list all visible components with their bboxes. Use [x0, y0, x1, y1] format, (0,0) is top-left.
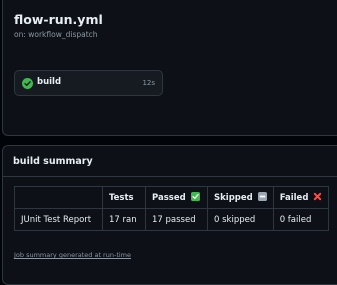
workflow-trigger: on: workflow_dispatch	[14, 30, 98, 39]
job-summary-link[interactable]: Job summary generated at run-time	[14, 251, 131, 259]
test-summary-table: Tests Passed Skipped Failed JUnit Test R…	[14, 186, 330, 231]
header-tests: Tests	[102, 186, 146, 209]
header-failed: Failed	[272, 186, 330, 209]
header-passed: Passed	[145, 186, 208, 209]
cell-report-name: JUnit Test Report	[14, 208, 103, 231]
header-empty	[14, 186, 103, 209]
cell-passed: 17 passed	[145, 208, 208, 231]
table-row: JUnit Test Report 17 ran 17 passed 0 ski…	[14, 208, 330, 231]
workflow-title[interactable]: flow-run.yml	[14, 12, 103, 27]
job-name: build	[37, 77, 62, 87]
ignore-symbol-icon	[257, 192, 267, 201]
cross-mark-icon	[314, 192, 322, 201]
summary-heading: build summary	[3, 146, 337, 177]
check-circle-icon	[22, 78, 33, 89]
cell-skipped: 0 skipped	[207, 208, 274, 231]
workflow-graph-panel: flow-run.yml on: workflow_dispatch build…	[2, 0, 337, 136]
cell-tests-ran: 17 ran	[102, 208, 146, 231]
job-summary-panel: build summary Tests Passed Skipped Faile	[2, 145, 337, 285]
table-header-row: Tests Passed Skipped Failed	[14, 186, 330, 209]
white-check-mark-icon	[190, 192, 200, 201]
header-skipped: Skipped	[207, 186, 274, 209]
cell-failed: 0 failed	[272, 208, 330, 231]
job-card-build[interactable]: build 12s	[14, 70, 163, 96]
job-duration: 12s	[142, 79, 155, 87]
